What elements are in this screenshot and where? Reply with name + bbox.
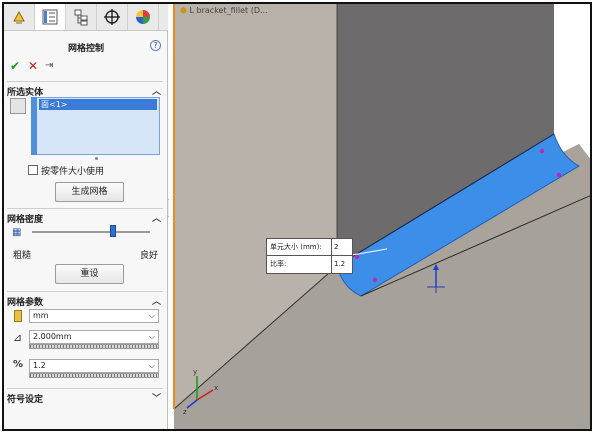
chevron-up-icon[interactable]: ︿ [152, 211, 161, 224]
svg-text:x: x [214, 384, 218, 392]
list-item[interactable]: 面<1> [39, 99, 157, 110]
element-size-value: 2.000mm [33, 332, 72, 341]
model-tree-label: L bracket_fillet (D... [189, 6, 268, 15]
reset-button[interactable]: 重设 [55, 264, 124, 284]
element-size-thumbwheel[interactable] [29, 344, 159, 349]
pin-button[interactable]: ⇥ [45, 60, 53, 71]
property-manager-panel: 网格控制 ? ✔ ✕ ⇥ 所选实体 ︿ 面<1> 按零件大小使用 生成网格 网格… [4, 4, 168, 429]
mesh-parameters-header[interactable]: 网格参数 ︿ [7, 291, 163, 308]
tab-dimxpert-manager[interactable] [97, 4, 128, 30]
unit-icon [14, 310, 22, 322]
face-selection-icon [10, 98, 26, 114]
ratio-thumbwheel[interactable] [29, 373, 159, 378]
mesh-callout[interactable]: 单元大小 (mm): 2 比率: 1.2 [266, 238, 353, 274]
use-part-size-checkbox[interactable] [28, 165, 38, 175]
callout-size-row: 单元大小 (mm): 2 [267, 239, 352, 256]
section-title: 网格参数 [7, 298, 44, 308]
ok-button[interactable]: ✔ [10, 59, 20, 73]
use-part-size-label: 按零件大小使用 [41, 167, 105, 177]
section-title: 符号设定 [7, 395, 44, 405]
slider-thumb[interactable] [110, 225, 117, 237]
tab-display-manager[interactable] [128, 4, 159, 30]
app-window: 网格控制 ? ✔ ✕ ⇥ 所选实体 ︿ 面<1> 按零件大小使用 生成网格 网格… [2, 2, 592, 431]
control-point[interactable] [556, 172, 562, 178]
symbol-settings-header[interactable]: 符号设定 ﹀ [7, 388, 163, 405]
element-size-input[interactable]: 2.000mm ⌵ [29, 330, 159, 344]
element-size-icon: ⊿ [13, 331, 23, 344]
mesh-density-header[interactable]: 网格密度 ︿ [7, 208, 163, 225]
graphics-area[interactable]: z y x [169, 4, 590, 429]
svg-text:z: z [183, 408, 187, 416]
chevron-up-icon[interactable]: ︿ [152, 84, 161, 97]
spin-icon[interactable]: ⌵ [149, 331, 155, 343]
tab-feature-manager[interactable] [4, 4, 35, 30]
selected-entities-header[interactable]: 所选实体 ︿ [7, 81, 163, 98]
cancel-button[interactable]: ✕ [28, 59, 38, 73]
callout-size-value[interactable]: 2 [331, 239, 352, 256]
chevron-down-icon[interactable]: ﹀ [152, 391, 161, 404]
spin-icon[interactable]: ⌵ [149, 360, 155, 372]
mesh-density-slider[interactable] [32, 231, 150, 233]
dimxpert-icon [104, 9, 120, 25]
ratio-value: 1.2 [33, 361, 46, 370]
tab-property-manager[interactable] [35, 4, 66, 30]
coarse-label: 粗糙 [13, 251, 32, 261]
unit-select[interactable]: mm ⌵ [29, 309, 159, 323]
callout-size-label: 单元大小 (mm): [270, 243, 322, 251]
configuration-manager-icon [74, 9, 88, 26]
control-point[interactable] [539, 148, 545, 154]
manager-tabs [4, 4, 168, 31]
ratio-icon: % [13, 359, 24, 370]
tab-configuration-manager[interactable] [66, 4, 97, 30]
help-button[interactable]: ? [150, 40, 161, 51]
callout-ratio-row: 比率: 1.2 [267, 256, 352, 273]
feature-manager-icon [13, 10, 25, 24]
ratio-input[interactable]: 1.2 ⌵ [29, 359, 159, 373]
callout-ratio-label: 比率: [270, 260, 287, 268]
selection-list-strip [31, 97, 37, 155]
resize-grip[interactable] [95, 157, 98, 160]
callout-ratio-value[interactable]: 1.2 [331, 256, 352, 273]
model-tree-node[interactable]: ⬢ L bracket_fillet (D... [180, 6, 268, 15]
panel-title: 网格控制 [67, 44, 104, 54]
control-point[interactable] [372, 277, 378, 283]
unit-value: mm [33, 311, 49, 320]
chevron-up-icon[interactable]: ︿ [152, 294, 161, 307]
property-manager-icon [42, 9, 58, 25]
section-title: 网格密度 [7, 215, 44, 225]
mesh-density-icon: ▦ [12, 227, 22, 238]
model-view: z y x [173, 4, 590, 429]
control-point[interactable] [354, 254, 360, 260]
svg-text:y: y [193, 368, 197, 376]
part-icon: ⬢ [180, 6, 187, 15]
fine-label: 良好 [140, 251, 159, 261]
chevron-down-icon: ⌵ [148, 311, 155, 320]
generate-mesh-button[interactable]: 生成网格 [55, 182, 124, 202]
display-manager-icon [136, 10, 150, 24]
